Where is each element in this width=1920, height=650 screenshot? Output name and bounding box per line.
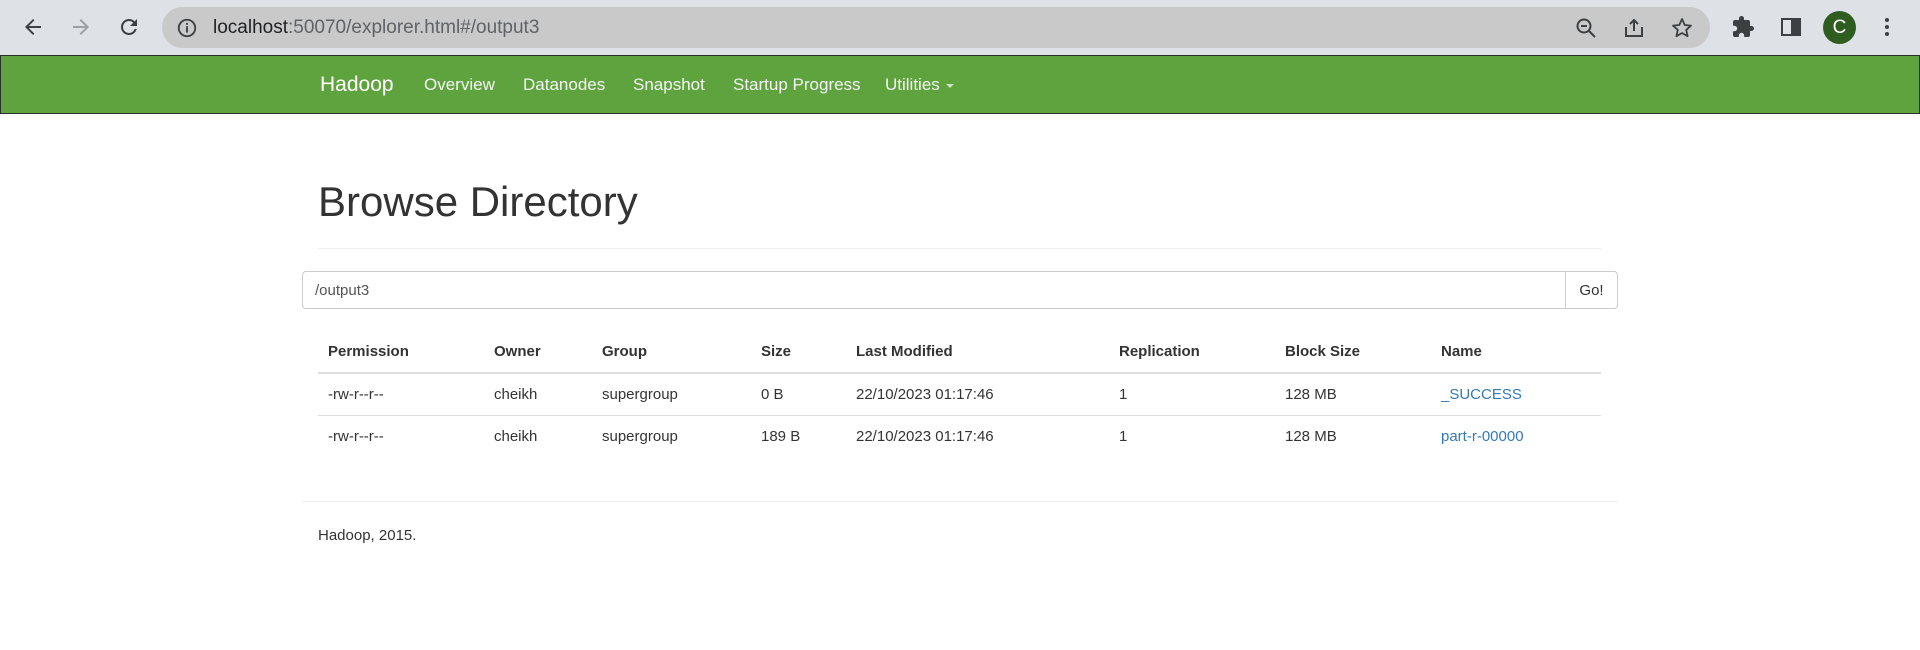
table-header-row: Permission Owner Group Size Last Modifie… [318, 330, 1601, 374]
replication-cell: 1 [1119, 427, 1128, 445]
directory-path-input[interactable] [302, 271, 1566, 309]
extensions-button[interactable] [1725, 9, 1761, 45]
url-text[interactable]: localhost:50070/explorer.html#/output3 [213, 7, 539, 48]
name-cell: _SUCCESS [1431, 373, 1601, 416]
more-icon [1885, 18, 1889, 36]
star-icon[interactable] [1670, 16, 1694, 40]
hadoop-navbar: Hadoop Overview Datanodes Snapshot Start… [0, 55, 1920, 114]
group-cell: supergroup [592, 373, 751, 416]
title-divider [318, 248, 1601, 249]
owner-cell: cheikh [484, 373, 592, 416]
directory-listing-table: Permission Owner Group Size Last Modifie… [318, 330, 1601, 457]
column-header-permission[interactable]: Permission [318, 330, 484, 374]
column-header-owner[interactable]: Owner [484, 330, 592, 374]
column-header-group[interactable]: Group [592, 330, 751, 374]
share-icon[interactable] [1622, 16, 1646, 40]
reload-icon [120, 18, 137, 35]
url-host: localhost [213, 17, 288, 38]
file-link[interactable]: _SUCCESS [1441, 386, 1522, 403]
replication-cell: 1 [1109, 373, 1275, 416]
name-cell: part-r-00000 [1431, 415, 1601, 457]
chevron-down-icon [945, 83, 954, 88]
table-row: -rw-r--r-- cheikh supergroup 0 B 22/10/2… [318, 373, 1601, 416]
url-path: :50070/explorer.html#/output3 [288, 17, 540, 38]
last-modified-cell: 22/10/2023 01:17:46 [856, 427, 994, 445]
back-icon [25, 19, 41, 35]
address-bar[interactable]: localhost:50070/explorer.html#/output3 [162, 7, 1710, 48]
nav-item-datanodes[interactable]: Datanodes [523, 56, 605, 113]
profile-avatar[interactable]: C [1823, 11, 1856, 44]
page-title: Browse Directory [318, 178, 638, 225]
reload-button[interactable] [111, 9, 147, 45]
column-header-name[interactable]: Name [1431, 330, 1601, 374]
column-header-size[interactable]: Size [751, 330, 846, 374]
zoom-out-icon[interactable] [1574, 16, 1598, 40]
block-size-cell: 128 MB [1285, 427, 1337, 445]
forward-button[interactable] [63, 9, 99, 45]
nav-item-startup-progress[interactable]: Startup Progress [733, 56, 861, 113]
file-link[interactable]: part-r-00000 [1441, 428, 1524, 445]
column-header-block-size[interactable]: Block Size [1275, 330, 1431, 374]
browser-toolbar: localhost:50070/explorer.html#/output3 C [0, 0, 1920, 55]
table-row: -rw-r--r-- cheikh supergroup 189 B 22/10… [318, 415, 1601, 457]
nav-item-utilities-label: Utilities [885, 75, 940, 94]
block-size-cell: 128 MB [1275, 373, 1431, 416]
forward-icon [73, 19, 89, 35]
back-button[interactable] [15, 9, 51, 45]
column-header-last-modified[interactable]: Last Modified [846, 330, 1109, 374]
permission-cell: -rw-r--r-- [318, 373, 484, 416]
footer-text: Hadoop, 2015. [318, 527, 417, 544]
last-modified-cell: 22/10/2023 01:17:46 [846, 373, 1109, 416]
nav-item-utilities[interactable]: Utilities [885, 56, 954, 113]
size-cell: 189 B [761, 427, 801, 445]
group-cell: supergroup [602, 427, 678, 445]
extensions-icon [1733, 16, 1754, 37]
owner-cell: cheikh [494, 427, 538, 445]
footer-divider [302, 501, 1618, 502]
side-panel-button[interactable] [1773, 9, 1809, 45]
column-header-replication[interactable]: Replication [1109, 330, 1275, 374]
side-panel-icon [1781, 18, 1801, 36]
nav-item-overview[interactable]: Overview [424, 56, 495, 113]
browser-menu-button[interactable] [1869, 9, 1905, 45]
navbar-brand[interactable]: Hadoop [320, 56, 394, 113]
permission-cell: -rw-r--r-- [328, 427, 384, 445]
info-icon[interactable] [176, 17, 198, 39]
go-button[interactable]: Go! [1565, 271, 1618, 309]
nav-item-snapshot[interactable]: Snapshot [633, 56, 705, 113]
size-cell: 0 B [751, 373, 846, 416]
